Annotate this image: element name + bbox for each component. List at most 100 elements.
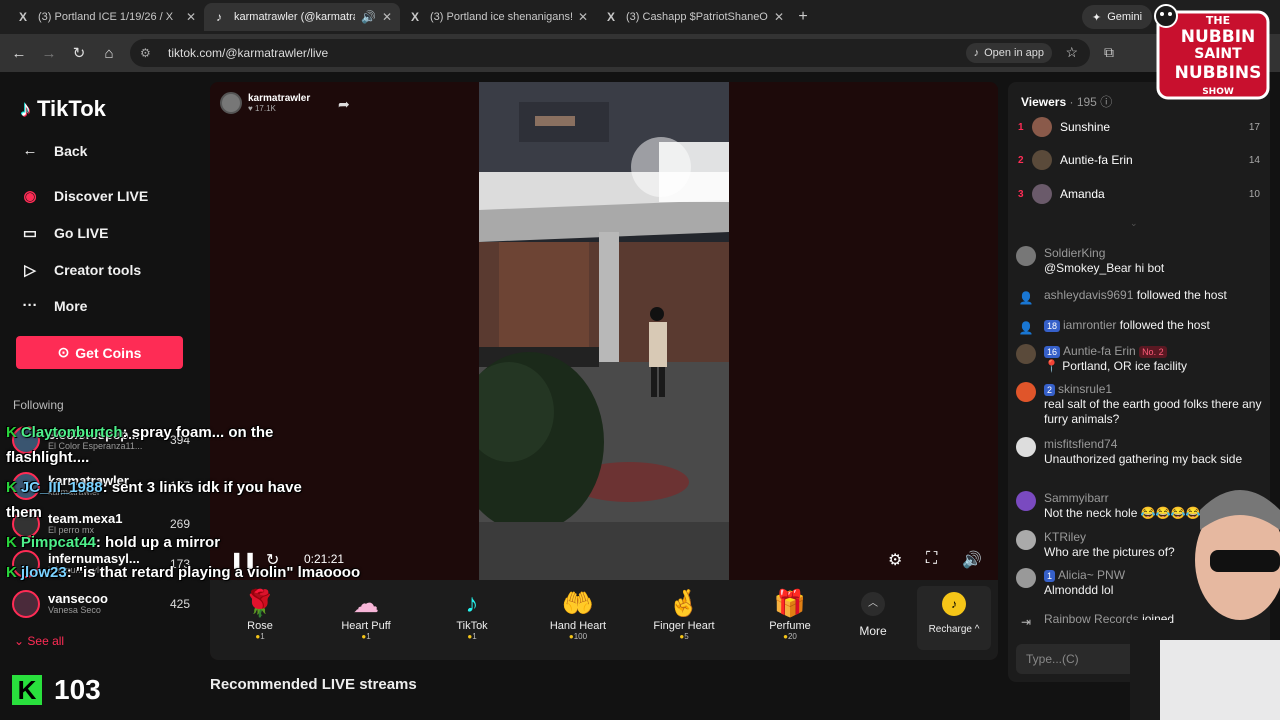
chat-username[interactable]: Rainbow Records — [1044, 612, 1139, 626]
share-icon[interactable]: ➦ — [338, 96, 350, 113]
avatar — [1016, 491, 1036, 511]
overlay-chat-line: flashlight.... — [6, 449, 89, 466]
address-bar[interactable]: ⚙ tiktok.com/@karmatrawler/live ♪ Open i… — [130, 39, 1090, 67]
sidebar-item-label: More — [54, 297, 88, 314]
tab-title: (3) Cashapp $PatriotShaneOreg — [626, 11, 768, 23]
viewer-score: 17 — [1248, 121, 1260, 133]
gift-tiktok[interactable]: ♪ TikTok ●1 — [427, 588, 517, 641]
following-heading: Following — [13, 398, 64, 412]
sidebar-item-discover-live[interactable]: ◉ Discover LIVE — [20, 187, 148, 205]
chat-username[interactable]: misfitsfiend74 — [1044, 437, 1242, 452]
browser-tab[interactable]: X (3) Cashapp $PatriotShaneOreg ✕ — [596, 3, 792, 31]
extensions-icon[interactable]: ⧉ — [1104, 44, 1114, 61]
gift-rose[interactable]: 🌹 Rose ●1 — [215, 588, 305, 641]
close-icon[interactable]: ✕ — [186, 10, 196, 24]
recharge-button[interactable]: ♪ Recharge ^ — [917, 586, 991, 650]
close-icon[interactable]: ✕ — [774, 10, 784, 24]
sidebar-item-go-live[interactable]: ▭ Go LIVE — [20, 224, 109, 242]
gift-name: Rose — [247, 620, 273, 632]
overlay-text: : spray foam... on the — [122, 424, 274, 441]
browser-tab[interactable]: X (3) Portland ice shenanigans! / X ✕ — [400, 3, 596, 31]
open-in-app-button[interactable]: ♪ Open in app — [965, 43, 1052, 63]
get-coins-label: Get Coins — [75, 344, 142, 361]
hand-heart-icon: 🤲 — [561, 588, 595, 618]
chevron-down-icon[interactable]: ⌄ — [1130, 218, 1138, 229]
more-dots-icon: ··· — [22, 297, 38, 314]
sidebar-item-more[interactable]: ··· More — [20, 297, 88, 314]
sidebar-item-label: Discover LIVE — [54, 188, 149, 204]
chat-username[interactable]: ashleydavis9691 — [1044, 288, 1133, 302]
tiktok-logo[interactable]: ♪ TikTok — [20, 96, 106, 122]
home-icon[interactable]: ⌂ — [94, 38, 124, 68]
site-info-icon[interactable]: ⚙ — [140, 46, 158, 60]
overlay-chat-line: them — [6, 504, 42, 521]
gift-cost: ●20 — [783, 632, 797, 641]
level-badge: 18 — [1044, 320, 1061, 332]
see-all-link[interactable]: ⌄ See all — [14, 634, 64, 648]
show-logo-line: SAINT — [1194, 46, 1242, 62]
chat-username[interactable]: SoldierKing — [1044, 246, 1164, 261]
back-arrow-icon[interactable]: ← — [4, 38, 34, 68]
gemini-icon: ✦ — [1092, 11, 1102, 24]
join-icon: ⇥ — [1020, 615, 1032, 629]
top-viewer-row[interactable]: 2 Auntie-fa Erin 14 — [1018, 148, 1260, 172]
forward-arrow-icon[interactable]: → — [34, 38, 64, 68]
gift-hand-heart[interactable]: 🤲 Hand Heart ●100 — [533, 588, 623, 641]
avatar — [1032, 184, 1052, 204]
gift-heart-puff[interactable]: ☁ Heart Puff ●1 — [321, 588, 411, 641]
show-logo: THE NUBBIN SAINT NUBBINS SHOW — [1154, 4, 1270, 100]
reload-icon[interactable]: ↻ — [64, 38, 94, 68]
chat-message: 👤 18 iamrontier followed the host — [1016, 318, 1266, 338]
chat-message: 2 skinsrule1 real salt of the earth good f… — [1016, 382, 1266, 427]
sidebar-item-back[interactable]: ← Back — [20, 142, 88, 159]
settings-gear-icon[interactable]: ⚙ — [888, 550, 902, 570]
chat-message: misfitsfiend74 Unauthorized gathering my … — [1016, 437, 1266, 467]
video-frame — [479, 82, 729, 580]
viewers-heading: Viewers · 195 ⓘ — [1021, 93, 1112, 110]
close-icon[interactable]: ✕ — [382, 10, 392, 24]
overlay-text: : hold up a mirror — [95, 534, 221, 551]
sidebar-item-creator-tools[interactable]: ▷ Creator tools — [20, 261, 141, 279]
top-viewer-row[interactable]: 1 Sunshine 17 — [1018, 115, 1260, 139]
rose-icon: 🌹 — [243, 588, 277, 618]
level-badge: 2 — [1044, 384, 1056, 396]
sidebar-item-label: Creator tools — [54, 262, 142, 278]
more-gifts-button[interactable]: ︿ More — [848, 592, 898, 638]
following-item[interactable]: vansecoo Vanesa Seco 425 — [12, 589, 190, 619]
host-info[interactable]: karmatrawler ♥ 17.1K — [220, 92, 310, 114]
browser-tab-active[interactable]: ♪ karmatrawler (@karmatrawler) 🔊 ✕ — [204, 3, 400, 31]
browser-tab[interactable]: X (3) Portland ICE 1/19/26 / X ✕ — [8, 3, 204, 31]
help-icon[interactable]: ⓘ — [1100, 95, 1112, 109]
close-icon[interactable]: ✕ — [578, 10, 588, 24]
more-label: More — [859, 624, 887, 638]
gift-finger-heart[interactable]: 🤞 Finger Heart ●5 — [639, 588, 729, 641]
live-globe-icon: ◉ — [23, 188, 37, 205]
chat-message: 16 Auntie-fa Erin No. 2 📍 Portland, OR ice… — [1016, 344, 1266, 374]
gemini-button[interactable]: ✦ Gemini — [1082, 5, 1153, 29]
gift-perfume[interactable]: 🎁 Perfume ●20 — [745, 588, 835, 641]
new-tab-button[interactable]: + — [792, 8, 814, 26]
chat-username[interactable]: Alicia~ PNW — [1058, 568, 1125, 582]
play-circle-icon: ▷ — [24, 262, 36, 279]
following-name: team.mexa1 — [48, 511, 123, 526]
chat-username[interactable]: Auntie-fa Erin — [1063, 344, 1136, 358]
volume-icon[interactable]: 🔊 — [962, 550, 982, 570]
top-viewer-row[interactable]: 3 Amanda 10 — [1018, 182, 1260, 206]
chat-username[interactable]: iamrontier — [1063, 318, 1116, 332]
x-logo-icon: X — [410, 10, 419, 24]
bookmark-star-icon[interactable]: ☆ — [1065, 44, 1078, 61]
fullscreen-icon[interactable]: ⛶ — [926, 550, 937, 568]
viewer-count: 425 — [169, 597, 190, 611]
recommended-heading: Recommended LIVE streams — [210, 676, 417, 693]
avatar — [1016, 382, 1036, 402]
chat-username[interactable]: skinsrule1 — [1058, 382, 1112, 396]
avatar — [1032, 117, 1052, 137]
gift-name: Hand Heart — [549, 620, 607, 632]
avatar — [1016, 344, 1036, 364]
gift-cost: ●1 — [467, 632, 477, 641]
coin-icon: ⊙ — [57, 344, 70, 360]
speaker-icon[interactable]: 🔊 — [361, 10, 376, 24]
chat-message: SoldierKing @Smokey_Bear hi bot — [1016, 246, 1266, 276]
get-coins-button[interactable]: ⊙ Get Coins — [16, 336, 183, 369]
chat-text: @Smokey_Bear hi bot — [1044, 261, 1165, 275]
